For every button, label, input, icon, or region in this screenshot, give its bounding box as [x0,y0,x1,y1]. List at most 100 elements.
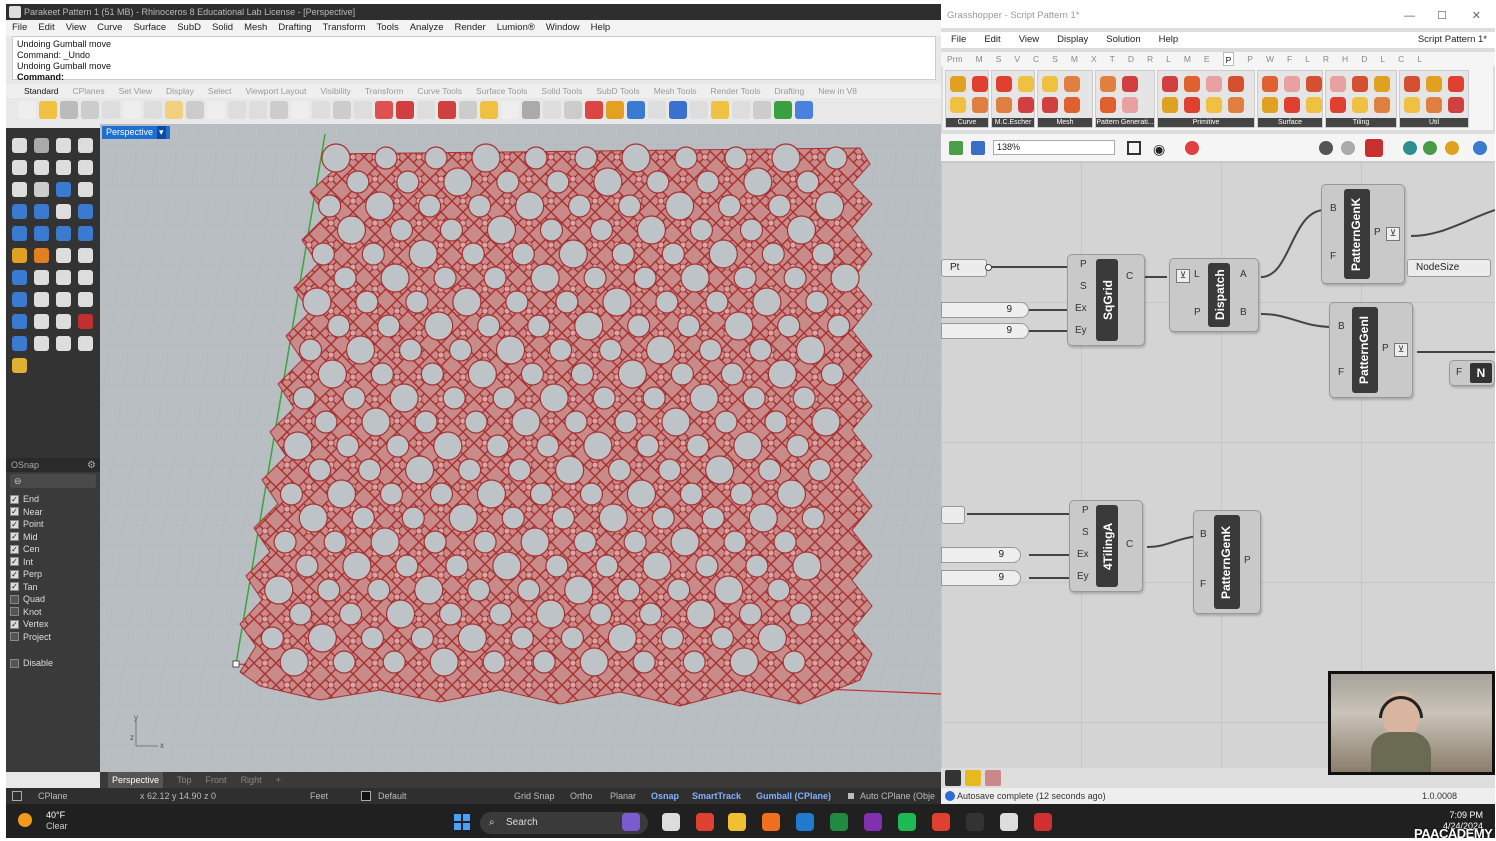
gh-tab[interactable]: P [1222,52,1235,66]
menu-item-lumion[interactable]: Lumion® [497,20,535,36]
toolbar-tool-icon[interactable] [711,101,729,119]
shaded-preview-icon[interactable] [1365,139,1383,157]
left-tool-icon[interactable] [56,292,71,307]
left-tool-icon[interactable] [78,160,93,175]
maximize-icon[interactable]: ☐ [1437,4,1447,28]
gh-component-icon[interactable] [1122,97,1138,113]
number-slider[interactable]: 9 [941,570,1021,586]
gh-menu-edit[interactable]: Edit [984,32,1000,48]
left-tool-icon[interactable] [56,204,71,219]
eye-icon[interactable]: ◉ [1153,141,1165,158]
gh-component-icon[interactable] [950,76,966,92]
gh-tab[interactable]: Prm [947,52,963,66]
toolbar-tool-icon[interactable] [228,101,246,119]
file-explorer-icon[interactable] [728,813,746,831]
osnap-point[interactable]: ✓ Point [10,518,100,531]
gh-component-icon[interactable] [1352,97,1368,113]
gh-tab[interactable]: E [1204,52,1210,66]
rhino-icon[interactable] [1000,813,1018,831]
toolbar-tool-icon[interactable] [207,101,225,119]
viewport-tab-front[interactable]: Front [206,772,227,788]
toolbar-tool-icon[interactable] [102,101,120,119]
gh-component-icon[interactable] [1018,76,1034,92]
zoom-field[interactable]: 138% [993,140,1115,155]
ortho-toggle[interactable]: Ortho [570,788,593,804]
left-tool-icon[interactable] [34,182,49,197]
left-tool-icon[interactable] [12,226,27,241]
left-tool-icon[interactable] [56,160,71,175]
chrome-icon[interactable] [696,813,714,831]
menu-item-edit[interactable]: Edit [38,20,54,36]
toolbar-tab-select[interactable]: Select [208,84,232,98]
outlook-icon[interactable] [796,813,814,831]
gh-component-icon[interactable] [1330,76,1346,92]
viewport-title-tab[interactable]: Perspective ▾ [102,126,170,139]
toolbar-tab-drafting[interactable]: Drafting [774,84,804,98]
osnap-knot[interactable]: Knot [10,606,100,619]
gh-tab[interactable]: L [1380,52,1385,66]
gh-menu-display[interactable]: Display [1057,32,1088,48]
left-tool-icon[interactable] [34,292,49,307]
left-tool-icon[interactable] [34,160,49,175]
left-tool-icon[interactable] [12,336,27,351]
menu-item-view[interactable]: View [66,20,86,36]
left-tool-icon[interactable] [34,314,49,329]
weather-widget[interactable]: 40°F Clear [18,810,68,832]
sketch-icon[interactable] [1185,141,1199,155]
left-tool-icon[interactable] [56,248,71,263]
gh-component-icon[interactable] [1064,97,1080,113]
gh-component-icon[interactable] [996,97,1012,113]
excel-icon[interactable] [830,813,848,831]
menu-item-file[interactable]: File [12,20,27,36]
gh-component-icon[interactable] [1352,76,1368,92]
gh-tab[interactable]: C [1033,52,1039,66]
gh-tab[interactable]: R [1147,52,1153,66]
gh-component-icon[interactable] [1184,76,1200,92]
toolbar-tab-cplanes[interactable]: CPlanes [73,84,105,98]
gh-component-icon[interactable] [1448,97,1464,113]
gh-component-icon[interactable] [1206,76,1222,92]
close-icon[interactable]: ✕ [1472,4,1481,28]
gh-tab[interactable]: D [1128,52,1134,66]
left-tool-icon[interactable] [56,182,71,197]
number-slider[interactable]: 9 [941,323,1029,339]
save-icon[interactable] [971,141,985,155]
osnap-disable[interactable]: Disable [10,657,100,670]
gh-component-icon[interactable] [1262,97,1278,113]
gh-menu-view[interactable]: View [1019,32,1039,48]
left-tool-icon[interactable] [56,270,71,285]
toolbar-tab-render-tools[interactable]: Render Tools [711,84,761,98]
osnap-tan[interactable]: ✓ Tan [10,581,100,594]
planar-toggle[interactable]: Planar [610,788,636,804]
gh-component-icon[interactable] [972,76,988,92]
chevron-down-icon[interactable]: ▾ [157,126,166,139]
gh-tab[interactable]: V [1014,52,1020,66]
toolbar-tool-icon[interactable] [144,101,162,119]
checkbox[interactable]: ✓ [10,557,19,567]
gh-component-icon[interactable] [1162,97,1178,113]
toolbar-tab-mesh-tools[interactable]: Mesh Tools [654,84,697,98]
gh-menu-solution[interactable]: Solution [1106,32,1140,48]
osnap-perp[interactable]: ✓ Perp [10,568,100,581]
gh-component-icon[interactable] [972,97,988,113]
gear-icon[interactable]: ⚙ [87,459,96,473]
menu-item-drafting[interactable]: Drafting [278,20,311,36]
toolbar-tool-icon[interactable] [648,101,666,119]
command-prompt[interactable]: Command: [17,72,931,83]
toolbar-tool-icon[interactable] [60,101,78,119]
gh-component-icon[interactable] [1064,76,1080,92]
left-tool-icon[interactable] [12,358,27,373]
menu-item-help[interactable]: Help [591,20,611,36]
osnap-end[interactable]: ✓ End [10,493,100,506]
4tilinga-node[interactable]: P S Ex Ey 4TilingA C [1069,500,1143,592]
left-tool-icon[interactable] [34,226,49,241]
gh-tab[interactable]: C [1398,52,1404,66]
menu-item-mesh[interactable]: Mesh [244,20,267,36]
toolbar-tool-icon[interactable] [354,101,372,119]
point-param[interactable] [941,506,965,524]
preview-icon[interactable] [1319,141,1333,155]
toolbar-tool-icon[interactable] [564,101,582,119]
sqgrid-node[interactable]: P S Ex Ey SqGrid C [1067,254,1145,346]
grid-snap-toggle[interactable]: Grid Snap [514,788,555,804]
left-tool-icon[interactable] [34,248,49,263]
